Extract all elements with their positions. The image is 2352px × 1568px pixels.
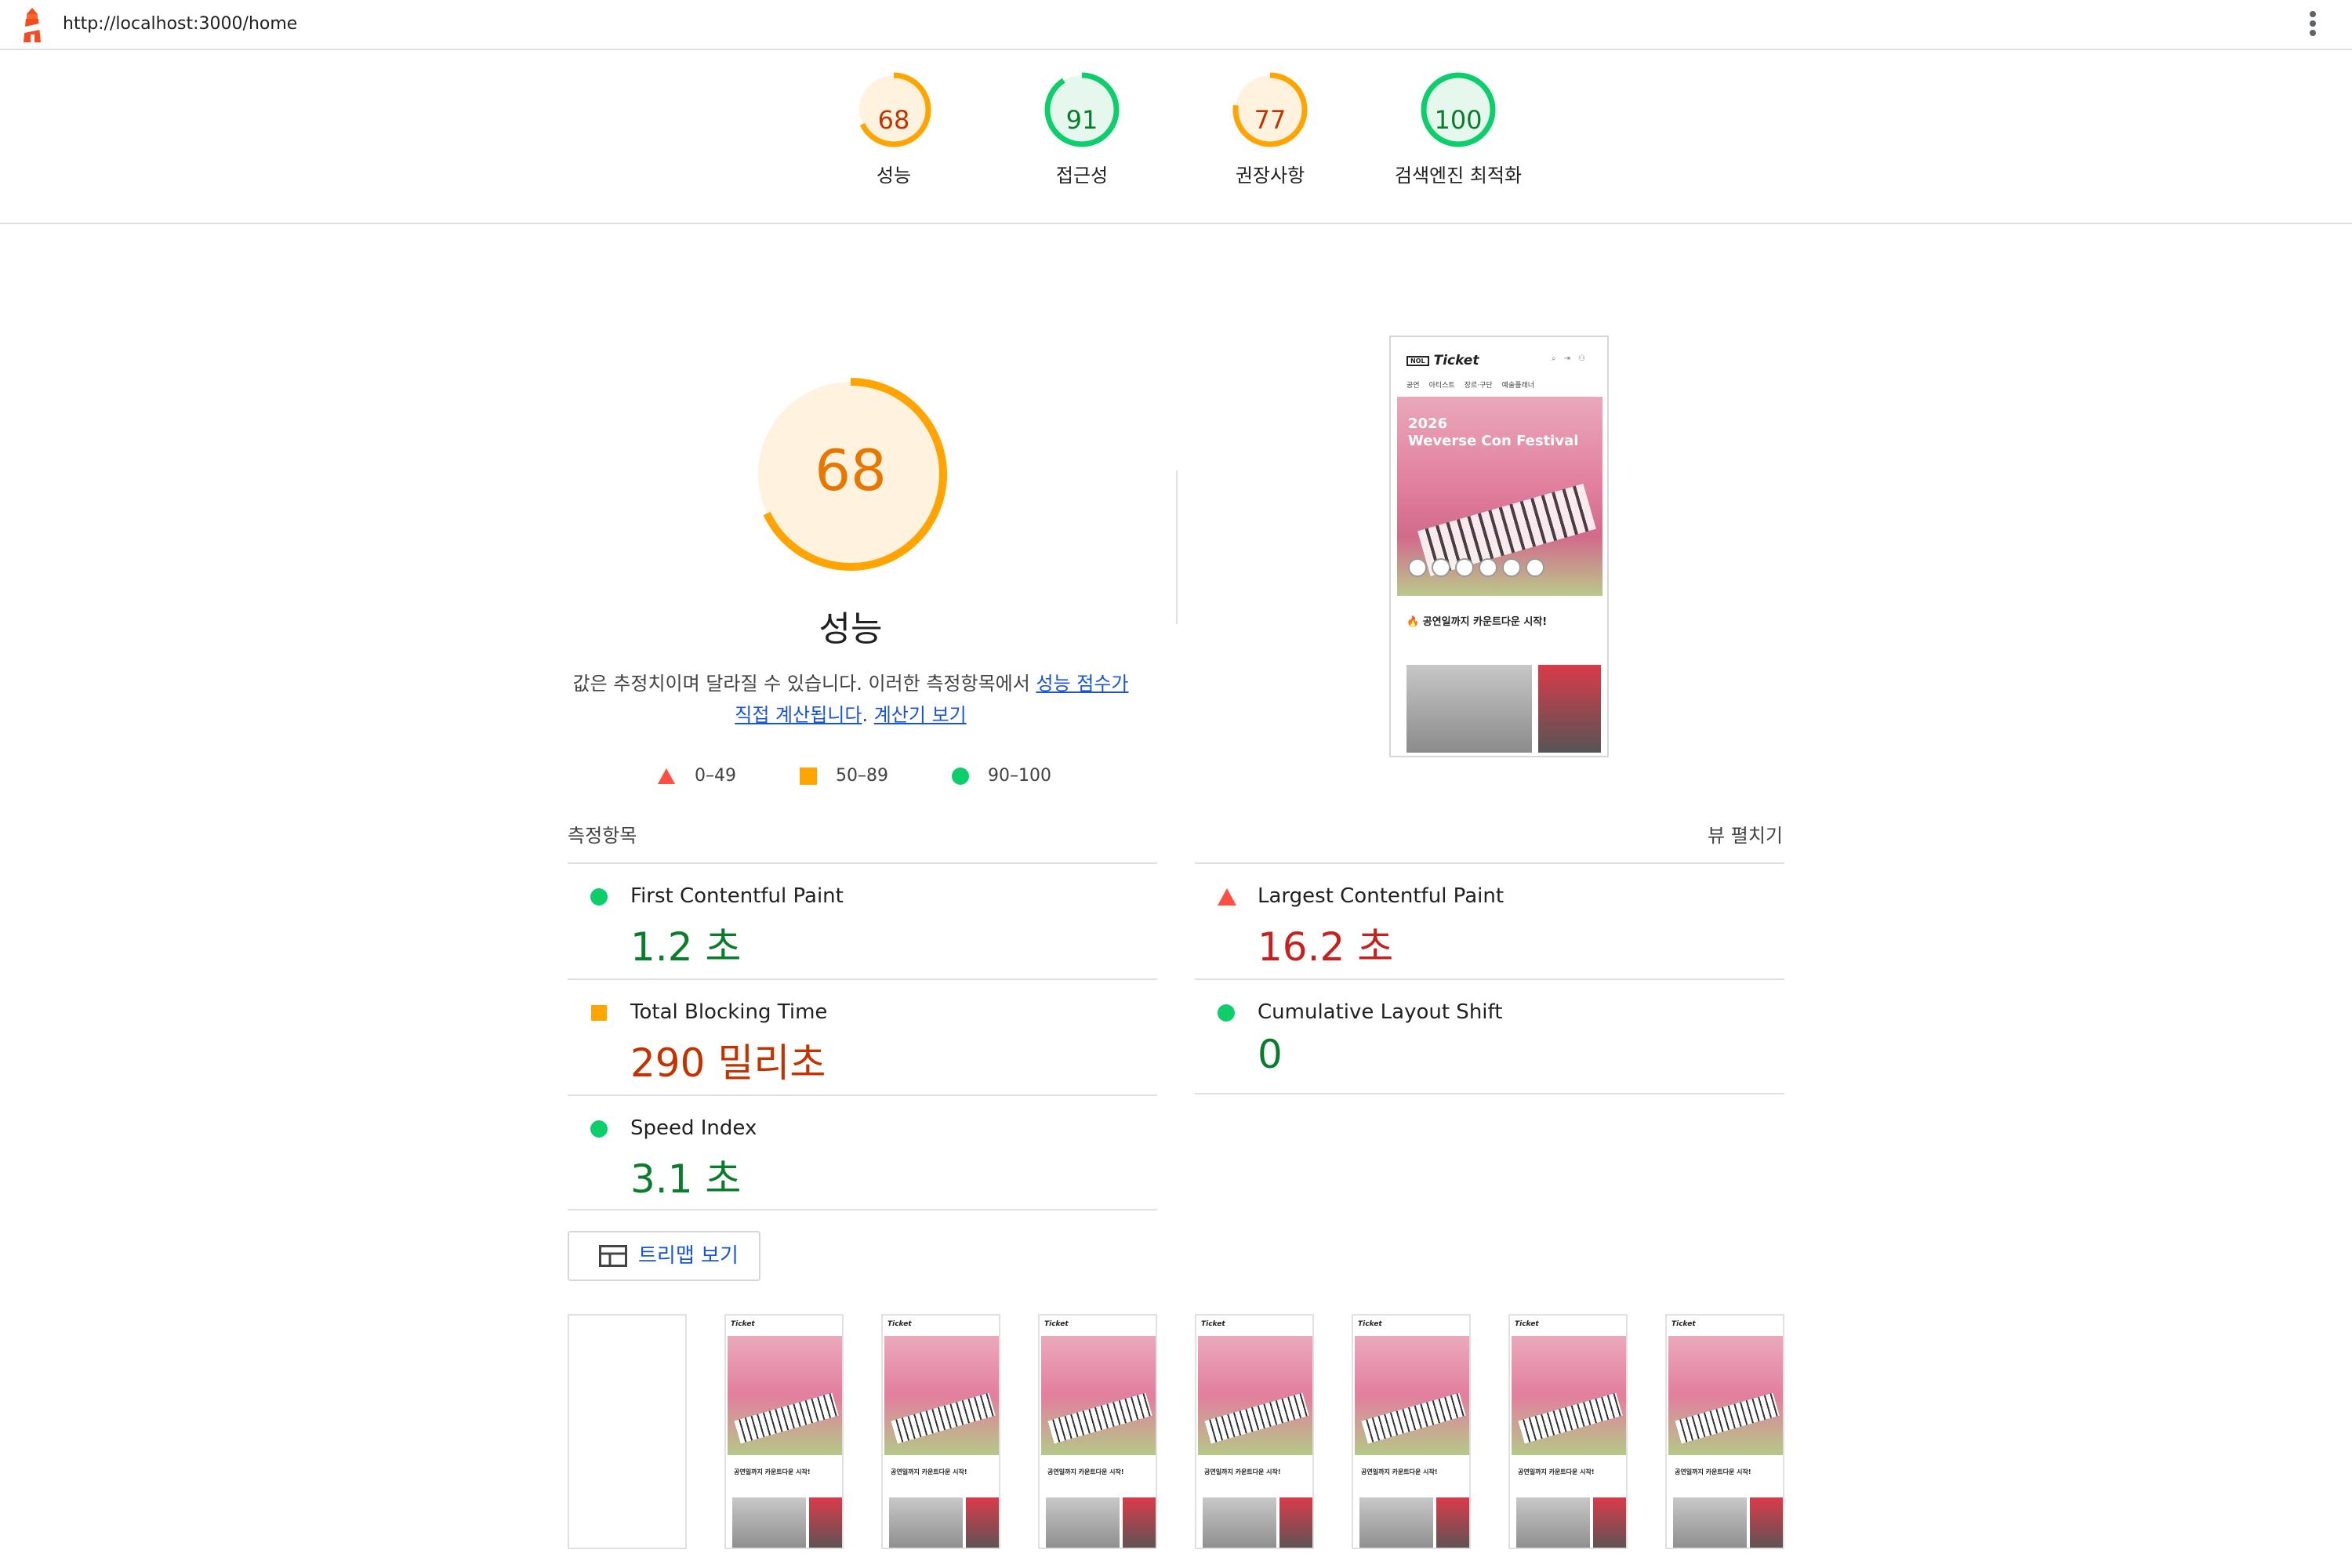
gauge-score: 77 [1254,105,1287,135]
metric-name: Total Blocking Time [630,1000,828,1024]
summary-gauge-performance[interactable]: 68 성능 [800,72,988,187]
legend-range: 0–49 [695,766,736,786]
metric-value: 3.1 초 [630,1156,742,1202]
calculator-link[interactable]: 계산기 보기 [874,704,967,726]
category-summary: 68 성능 91 접근성 77 권장사항 100 검색엔진 최적화 [0,50,2352,224]
metric-name: Cumulative Layout Shift [1258,1000,1503,1024]
metric-fcp: First Contentful Paint 1.2 초 [568,862,1157,978]
filmstrip-frame: Ticket 공연일까지 카운트다운 시작! [1038,1314,1157,1549]
page-url[interactable]: http://localhost:3000/home [63,14,297,34]
metric-lcp: Largest Contentful Paint 16.2 초 [1195,862,1784,978]
metric-name: First Contentful Paint [630,884,844,908]
metrics-column-left: First Contentful Paint 1.2 초 Total Block… [568,862,1157,1210]
site-card [1406,665,1532,753]
triangle-icon [658,768,675,784]
summary-gauge-accessibility[interactable]: 91 접근성 [988,72,1176,187]
performance-score: 68 [815,437,887,503]
filmstrip-frame: Ticket 공연일까지 카운트다운 시작! [1195,1314,1314,1549]
fail-triangle-icon [1218,888,1236,906]
final-screenshot[interactable]: NOL Ticket ⌕⇥⚇ 공연 아티스트 장르·구단 예술플래너 2026 Wever… [1389,336,1609,757]
legend-fail: 0–49 [657,762,736,790]
filmstrip-frame: Ticket 공연일까지 카운트다운 시작! [724,1314,844,1549]
legend-range: 90–100 [988,766,1051,786]
address-bar: http://localhost:3000/home [0,0,2352,50]
metrics-column-right: Largest Contentful Paint 16.2 초 Cumulati… [1195,862,1784,1094]
metric-value: 1.2 초 [630,924,742,970]
filmstrip-frame: Ticket 공연일까지 카운트다운 시작! [1508,1314,1628,1549]
square-icon [800,768,817,785]
filmstrip-frame: Ticket 공연일까지 카운트다운 시작! [1665,1314,1784,1549]
average-square-icon [591,1005,607,1021]
pass-circle-icon [1218,1004,1235,1022]
metric-tbt: Total Blocking Time 290 밀리초 [568,978,1157,1094]
description-separator: . [862,704,874,726]
divider [1176,470,1178,624]
summary-gauge-seo[interactable]: 100 검색엔진 최적화 [1364,72,1552,187]
filmstrip-frame: Ticket 공연일까지 카운트다운 시작! [881,1314,1000,1549]
site-nav: 공연 아티스트 장르·구단 예술플래너 [1406,382,1535,390]
site-card [1538,665,1601,753]
metrics-heading: 측정항목 [568,825,637,847]
gauge-label: 검색엔진 최적화 [1394,165,1523,187]
site-logo: NOL Ticket [1406,353,1479,368]
view-treemap-button[interactable]: 트리맵 보기 [568,1231,760,1281]
treemap-label: 트리맵 보기 [638,1244,739,1268]
lighthouse-icon [24,8,41,42]
gauge-label: 접근성 [1055,165,1109,187]
description-text: 값은 추정치이며 달라질 수 있습니다. 이러한 측정항목에서 [572,673,1036,695]
treemap-icon [599,1245,627,1267]
performance-title: 성능 [818,609,883,649]
expand-view-toggle[interactable]: 뷰 펼치기 [1708,820,1783,848]
site-hero-banner: 2026 Weverse Con Festival [1397,397,1602,596]
metric-cls: Cumulative Layout Shift 0 [1195,978,1784,1094]
more-menu-icon[interactable] [2308,11,2318,39]
pass-circle-icon [590,888,608,906]
summary-gauge-best-practices[interactable]: 77 권장사항 [1176,72,1364,187]
gauge-score: 100 [1434,105,1483,135]
legend-average: 50–89 [800,762,888,790]
gauge-label: 권장사항 [1235,165,1305,187]
pass-circle-icon [590,1120,608,1138]
metric-value: 0 [1258,1032,1283,1077]
filmstrip-frame: Ticket 공연일까지 카운트다운 시작! [1352,1314,1471,1549]
filmstrip-frame-blank [568,1314,687,1549]
site-header-icons: ⌕⇥⚇ [1552,354,1593,363]
metric-speed-index: Speed Index 3.1 초 [568,1094,1157,1210]
legend-pass: 90–100 [952,762,1051,790]
circle-icon [952,768,969,785]
metric-value: 290 밀리초 [630,1040,826,1086]
performance-description: 값은 추정치이며 달라질 수 있습니다. 이러한 측정항목에서 성능 점수가 직… [564,668,1137,731]
metric-name: Largest Contentful Paint [1258,884,1504,908]
metric-name: Speed Index [630,1116,757,1140]
site-section-title: 🔥 공연일까지 카운트다운 시작! [1406,616,1548,628]
gauge-label: 성능 [876,165,912,187]
metric-value: 16.2 초 [1258,924,1394,970]
legend-range: 50–89 [836,766,888,786]
gauge-score: 68 [877,105,910,135]
performance-gauge: 68 [753,376,949,572]
gauge-score: 91 [1065,105,1098,135]
